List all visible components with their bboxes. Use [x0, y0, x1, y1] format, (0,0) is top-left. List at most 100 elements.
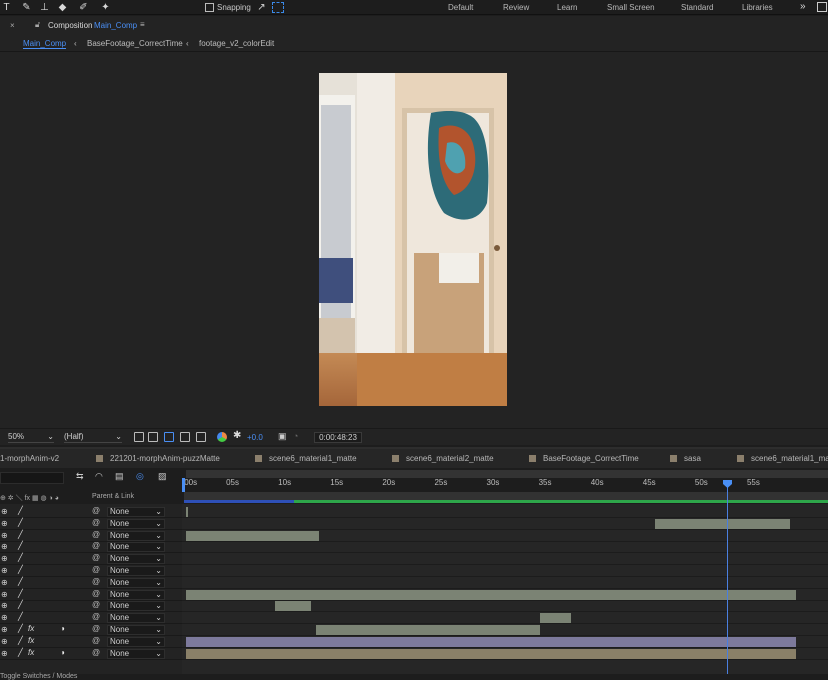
- composition-flowchart-icon[interactable]: ⇆: [76, 471, 84, 482]
- layer-row[interactable]: ⊕ ╱ @ None ⌄: [0, 565, 182, 577]
- parent-dropdown[interactable]: None ⌄: [107, 613, 165, 624]
- quality-switch-icon[interactable]: ╱: [18, 541, 23, 550]
- region-of-interest-icon[interactable]: [180, 432, 190, 442]
- parent-dropdown[interactable]: None ⌄: [107, 601, 165, 612]
- resolution-dropdown[interactable]: (Half) ⌄: [64, 432, 122, 443]
- parent-dropdown[interactable]: None ⌄: [107, 577, 165, 588]
- pick-whip-icon[interactable]: @: [92, 589, 100, 598]
- layer-row[interactable]: ⊕ ╱ fx @ None ⌄: [0, 636, 182, 648]
- parent-dropdown[interactable]: None ⌄: [107, 566, 165, 576]
- workspace-small-screen[interactable]: Small Screen: [607, 3, 655, 12]
- transparency-grid-icon[interactable]: [148, 432, 158, 442]
- layer-bar[interactable]: [186, 530, 320, 541]
- work-area-bar[interactable]: [186, 470, 828, 478]
- workspace-overflow-icon[interactable]: »: [800, 1, 806, 12]
- pick-whip-icon[interactable]: @: [92, 636, 100, 645]
- pick-whip-icon[interactable]: @: [92, 577, 100, 586]
- zoom-dropdown[interactable]: 50% ⌄: [8, 432, 54, 443]
- quality-switch-icon[interactable]: ╱: [18, 600, 23, 609]
- mask-visibility-icon[interactable]: [164, 432, 174, 442]
- current-timecode[interactable]: 0:00:48:23: [314, 432, 362, 443]
- toggle-switches-modes[interactable]: Toggle Switches / Modes: [0, 673, 77, 680]
- quality-switch-icon[interactable]: ╱: [18, 589, 23, 598]
- clone-stamp-tool-icon[interactable]: ⊥: [38, 1, 51, 14]
- time-ruler[interactable]: :00s 05s 10s 15s 20s 25s 30s 35s 40s 45s 50s 55s: [182, 470, 828, 504]
- layer-bar[interactable]: [316, 625, 541, 635]
- quality-switch-icon[interactable]: ╱: [18, 530, 23, 539]
- effects-switch-icon[interactable]: fx: [28, 648, 34, 657]
- breadcrumb-base-footage[interactable]: BaseFootage_CorrectTime: [87, 39, 183, 48]
- layer-row[interactable]: ⊕ ╱ @ None ⌄: [0, 518, 182, 530]
- text-tool-icon[interactable]: T: [0, 1, 13, 14]
- quality-switch-icon[interactable]: ╱: [18, 648, 23, 657]
- layer-bar[interactable]: [654, 518, 791, 529]
- current-time-indicator[interactable]: [727, 483, 728, 680]
- layer-row[interactable]: ⊕ ╱ @ None ⌄: [0, 577, 182, 589]
- pick-whip-icon[interactable]: @: [92, 612, 100, 621]
- brush-tool-icon[interactable]: ✎: [20, 1, 33, 14]
- breadcrumb-footage-color-edit[interactable]: footage_v2_colorEdit: [199, 39, 274, 48]
- workspace-review[interactable]: Review: [503, 3, 529, 12]
- panel-menu-icon[interactable]: ≡: [140, 20, 145, 29]
- workspace-standard[interactable]: Standard: [681, 3, 713, 12]
- parent-dropdown[interactable]: None ⌄: [107, 507, 165, 517]
- snap-options-icon[interactable]: ↗: [255, 1, 268, 14]
- color-channels-icon[interactable]: [217, 432, 227, 442]
- parent-dropdown[interactable]: None ⌄: [107, 589, 165, 600]
- exposure-value[interactable]: +0.0: [247, 433, 263, 442]
- layer-bar[interactable]: [186, 589, 797, 600]
- layer-row[interactable]: ⊕ ╱ fx ◑ @ None ⌄: [0, 648, 182, 660]
- eraser-tool-icon[interactable]: ◆: [56, 1, 69, 14]
- frame-blending-icon[interactable]: ▤: [115, 471, 124, 482]
- quality-switch-icon[interactable]: ╱: [18, 553, 23, 562]
- effects-switch-icon[interactable]: fx: [28, 624, 34, 633]
- breadcrumb-main-comp[interactable]: Main_Comp: [23, 39, 67, 49]
- snapping-checkbox[interactable]: [205, 3, 214, 12]
- layer-search-input[interactable]: [0, 472, 64, 484]
- parent-dropdown[interactable]: None ⌄: [107, 518, 165, 529]
- layer-row[interactable]: ⊕ ╱ @ None ⌄: [0, 589, 182, 601]
- adjustment-switch-icon[interactable]: ◑: [60, 624, 65, 633]
- layer-row[interactable]: ⊕ ╱ @ None ⌄: [0, 553, 182, 566]
- parent-dropdown[interactable]: None ⌄: [107, 648, 165, 659]
- motion-blur-icon[interactable]: ◎: [136, 471, 144, 482]
- effects-switch-icon[interactable]: fx: [28, 636, 34, 645]
- lock-icon[interactable]: 🔓︎: [35, 20, 40, 30]
- layer-row[interactable]: ⊕ ╱ fx ◑ @ None ⌄: [0, 624, 182, 636]
- parent-dropdown[interactable]: None ⌄: [107, 625, 165, 635]
- pick-whip-icon[interactable]: @: [92, 506, 100, 515]
- snapshot-camera-icon[interactable]: ▣: [278, 431, 287, 442]
- timeline-tab[interactable]: scene6_material1_matte: [751, 454, 828, 463]
- pick-whip-icon[interactable]: @: [92, 565, 100, 574]
- layer-bar[interactable]: [186, 636, 797, 647]
- layer-bar[interactable]: [274, 601, 311, 612]
- close-icon[interactable]: ×: [10, 21, 15, 30]
- parent-dropdown[interactable]: None ⌄: [107, 542, 165, 553]
- layer-bar[interactable]: [540, 613, 572, 624]
- layer-row[interactable]: ⊕ ╱ @ None ⌄: [0, 506, 182, 518]
- fast-previews-icon[interactable]: [134, 432, 144, 442]
- layer-bar[interactable]: [186, 507, 189, 517]
- roto-brush-tool-icon[interactable]: ✐: [77, 1, 90, 14]
- quality-switch-icon[interactable]: ╱: [18, 612, 23, 621]
- graph-editor-icon[interactable]: ▨: [158, 471, 167, 482]
- snap-grid-icon[interactable]: [272, 2, 284, 13]
- timeline-tab[interactable]: BaseFootage_CorrectTime: [543, 454, 639, 463]
- parent-dropdown[interactable]: None ⌄: [107, 530, 165, 541]
- pick-whip-icon[interactable]: @: [92, 648, 100, 657]
- show-snapshot-icon[interactable]: ◔: [293, 431, 298, 441]
- quality-switch-icon[interactable]: ╱: [18, 577, 23, 586]
- work-area-start-handle[interactable]: [182, 478, 185, 492]
- shy-layers-icon[interactable]: ◠: [95, 471, 103, 482]
- layer-bar[interactable]: [186, 648, 797, 659]
- pick-whip-icon[interactable]: @: [92, 600, 100, 609]
- pick-whip-icon[interactable]: @: [92, 553, 100, 562]
- layer-row[interactable]: ⊕ ╱ @ None ⌄: [0, 530, 182, 542]
- timeline-tab[interactable]: sasa: [684, 454, 701, 463]
- parent-dropdown[interactable]: None ⌄: [107, 554, 165, 565]
- timeline-tab[interactable]: scene6_material2_matte: [406, 454, 494, 463]
- timeline-tab[interactable]: 221201-morphAnim-puzzMatte: [110, 454, 220, 463]
- search-help-icon[interactable]: [817, 2, 827, 12]
- pick-whip-icon[interactable]: @: [92, 624, 100, 633]
- pick-whip-icon[interactable]: @: [92, 530, 100, 539]
